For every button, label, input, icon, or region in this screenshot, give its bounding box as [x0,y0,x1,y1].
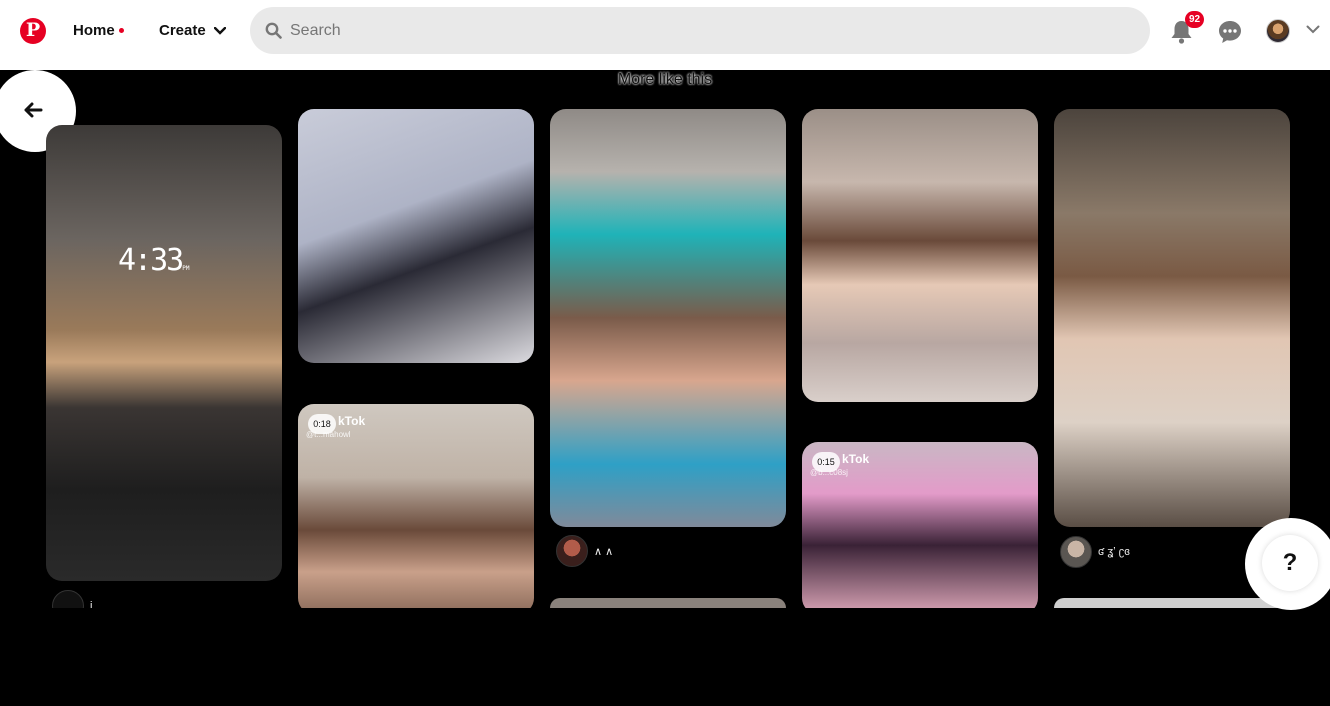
pin-5-attribution[interactable]: ʛ ʓʼ ʗɞ [1060,536,1130,568]
pin-card-5[interactable] [1054,109,1290,527]
top-nav-bar: P Home Create 92 [0,0,1330,70]
video-watermark-handle: @t...mahowl [306,430,351,439]
video-watermark: kTok [842,452,870,466]
below-fold-area [0,608,1330,706]
notification-badge: 92 [1185,11,1204,28]
pin-card-7[interactable]: 0:15 kTok @b...c08sj [802,442,1038,614]
pin-card-1[interactable]: 4:33PM [46,125,282,581]
nav-home-label: Home [73,22,115,39]
home-unread-dot [118,27,124,33]
messages-icon[interactable] [1218,20,1242,44]
user-avatar[interactable] [1266,19,1290,43]
video-watermark-handle: @b...c08sj [810,468,848,477]
nav-create-menu[interactable]: Create [159,22,226,39]
video-watermark: kTok [338,414,366,428]
nav-home-tab[interactable]: Home [73,22,124,39]
arrow-left-icon [24,102,43,118]
pinterest-logo[interactable]: P [20,18,46,44]
chevron-down-icon [213,26,226,35]
phone-clock-text: 4:33PM [118,243,190,278]
pin-3-author-name: ∧ ∧ [594,545,614,558]
help-button[interactable]: ? [1262,535,1318,591]
pin-card-3[interactable] [550,109,786,527]
back-button[interactable] [10,87,56,133]
account-chevron-down-icon[interactable] [1306,25,1320,34]
pin-5-author-name: ʛ ʓʼ ʗɞ [1098,546,1130,558]
pin-card-2[interactable] [298,109,534,363]
pin-3-attribution[interactable]: ∧ ∧ [556,535,613,567]
logo-letter: P [25,19,41,41]
pin-card-6[interactable]: 0:18 kTok @t...mahowl [298,404,534,614]
section-title: More like this [617,71,713,88]
pin-5-author-avatar [1060,536,1092,568]
search-input[interactable] [290,7,1130,54]
pin-3-author-avatar [556,535,588,567]
search-icon [265,22,282,39]
nav-create-label: Create [159,22,206,39]
search-bar[interactable] [250,7,1150,54]
pin-card-4[interactable] [802,109,1038,402]
